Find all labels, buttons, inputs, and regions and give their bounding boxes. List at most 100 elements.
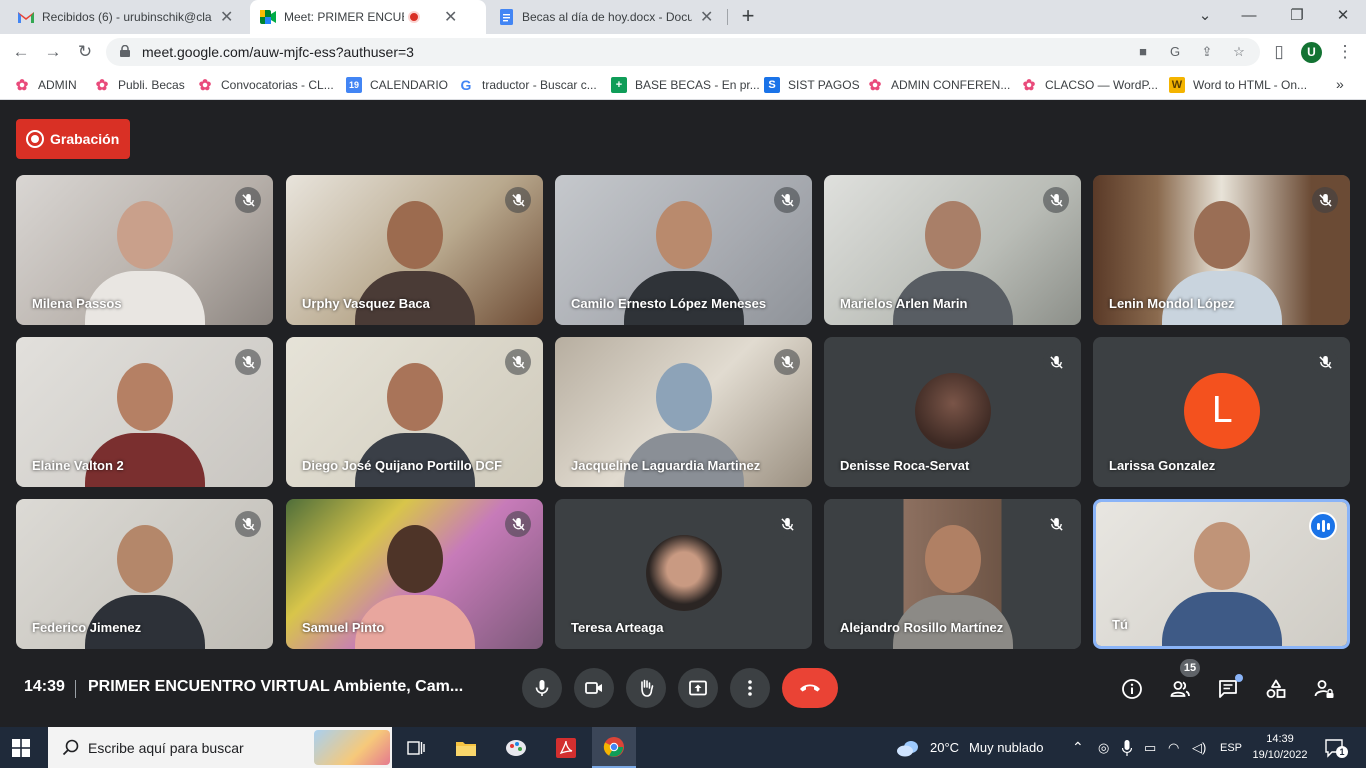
- participant-name: Larissa Gonzalez: [1109, 458, 1216, 473]
- participant-tile[interactable]: Lenin Mondol López: [1093, 175, 1350, 325]
- url-text: meet.google.com/auw-mjfc-ess?authuser=3: [142, 44, 414, 60]
- more-options-button[interactable]: [730, 668, 770, 708]
- close-tab-icon[interactable]: ✕: [220, 7, 233, 27]
- activities-icon: [1266, 679, 1286, 698]
- camera-icon: [585, 682, 602, 694]
- paint-app-icon[interactable]: [494, 727, 538, 768]
- chrome-taskbar-icon[interactable]: [592, 727, 636, 768]
- taskbar-search-box[interactable]: Escribe aquí para buscar: [48, 727, 392, 768]
- mic-off-icon: [1043, 511, 1069, 537]
- bookmark-item[interactable]: ✿ CLACSO — WordP...: [1021, 77, 1158, 94]
- battery-icon[interactable]: ▭: [1144, 727, 1156, 768]
- notifications-icon[interactable]: 1: [1324, 737, 1348, 759]
- mic-off-icon: [235, 349, 261, 375]
- tab-title: Meet: PRIMER ENCUENTRO VIRTUAL: [284, 10, 404, 24]
- participant-tile[interactable]: Jacqueline Laguardia Martinez: [555, 337, 812, 487]
- participant-name: Lenin Mondol López: [1109, 296, 1235, 311]
- bookmark-item[interactable]: Gtraductor - Buscar c...: [458, 77, 597, 93]
- people-button[interactable]: [1167, 676, 1193, 702]
- more-bookmarks-icon[interactable]: »: [1336, 76, 1344, 92]
- address-bar[interactable]: meet.google.com/auw-mjfc-ess?authuser=3 …: [106, 38, 1260, 66]
- meet-icon: [260, 9, 276, 25]
- meet-stage: Grabación Milena Passos Urphy Vasquez Ba…: [0, 101, 1366, 727]
- camera-in-use-icon[interactable]: ■: [1134, 43, 1152, 61]
- windows-start-icon[interactable]: [12, 739, 30, 757]
- language-indicator[interactable]: ESP: [1220, 727, 1242, 768]
- host-controls-button[interactable]: [1311, 676, 1337, 702]
- participant-tile[interactable]: Diego José Quijano Portillo DCF: [286, 337, 543, 487]
- hand-icon: [641, 679, 654, 697]
- reload-icon[interactable]: ↻: [74, 41, 96, 63]
- tab-docs[interactable]: Becas al día de hoy.docx - Documentos ✕: [488, 0, 728, 34]
- close-tab-icon[interactable]: ✕: [700, 7, 713, 27]
- bookmark-item[interactable]: ✿ Convocatorias - CL...: [197, 77, 334, 94]
- new-tab-button[interactable]: +: [737, 5, 759, 27]
- meeting-details-button[interactable]: [1119, 676, 1145, 702]
- participant-tile[interactable]: Denisse Roca-Servat: [824, 337, 1081, 487]
- bookmark-item[interactable]: ✿ Publi. Becas: [94, 77, 185, 94]
- self-tile[interactable]: Tú: [1093, 499, 1350, 649]
- meeting-title: PRIMER ENCUENTRO VIRTUAL Ambiente, Cam..…: [88, 678, 464, 695]
- participant-tile[interactable]: Alejandro Rosillo Martínez: [824, 499, 1081, 649]
- close-window-button[interactable]: ✕: [1328, 4, 1358, 28]
- microphone-button[interactable]: [522, 668, 562, 708]
- bookmark-item[interactable]: 19 CALENDARIO: [346, 77, 448, 93]
- participant-tile[interactable]: Camilo Ernesto López Meneses: [555, 175, 812, 325]
- participant-name: Teresa Arteaga: [571, 620, 664, 635]
- recording-badge[interactable]: Grabación: [16, 119, 130, 159]
- leave-call-button[interactable]: [782, 668, 838, 708]
- task-view-icon[interactable]: [394, 727, 438, 768]
- device-icon[interactable]: ◎: [1098, 727, 1109, 768]
- weather-widget[interactable]: 20°C Muy nublado: [896, 727, 1044, 768]
- recording-dot-icon: [408, 11, 420, 23]
- present-screen-button[interactable]: [678, 668, 718, 708]
- bookmark-item[interactable]: S SIST PAGOS: [764, 77, 860, 93]
- translate-icon[interactable]: G: [1166, 43, 1184, 61]
- chat-unread-dot: [1235, 674, 1243, 682]
- participant-tile[interactable]: Federico Jimenez: [16, 499, 273, 649]
- bookmark-item[interactable]: + BASE BECAS - En pr...: [611, 77, 760, 93]
- minimize-button[interactable]: —: [1234, 4, 1264, 28]
- back-icon[interactable]: ←: [10, 41, 32, 63]
- bookmark-star-icon[interactable]: ☆: [1230, 43, 1248, 61]
- activities-button[interactable]: [1263, 676, 1289, 702]
- bookmark-label: SIST PAGOS: [788, 78, 860, 92]
- bookmark-item[interactable]: ✿ ADMIN CONFEREN...: [867, 77, 1011, 94]
- maximize-button[interactable]: ❐: [1282, 4, 1312, 28]
- side-panel-icon[interactable]: ▯: [1268, 41, 1290, 63]
- file-explorer-icon[interactable]: [444, 727, 488, 768]
- tab-meet[interactable]: Meet: PRIMER ENCUENTRO VIRTUAL ✕: [250, 0, 486, 34]
- camera-button[interactable]: [574, 668, 614, 708]
- participant-tile[interactable]: Elaine Valton 2: [16, 337, 273, 487]
- tab-gmail[interactable]: Recibidos (6) - urubinschik@clacso ✕: [8, 0, 248, 34]
- mic-off-icon: [774, 187, 800, 213]
- bookmark-item[interactable]: ✿ ADMIN: [14, 77, 77, 94]
- mic-off-icon: [505, 511, 531, 537]
- tab-search-icon[interactable]: ⌄: [1190, 4, 1220, 28]
- bookmark-item[interactable]: W Word to HTML - On...: [1169, 77, 1307, 93]
- participant-tile[interactable]: Milena Passos: [16, 175, 273, 325]
- forward-icon[interactable]: →: [42, 41, 64, 63]
- flower-icon: ✿: [1022, 77, 1036, 94]
- volume-icon[interactable]: ◁): [1192, 727, 1206, 768]
- video-feed: [1161, 506, 1282, 646]
- meeting-time: 14:39: [24, 678, 65, 695]
- participant-tile[interactable]: Marielos Arlen Marin: [824, 175, 1081, 325]
- menu-kebab-icon[interactable]: ⋮: [1334, 41, 1356, 63]
- flower-icon: ✿: [15, 77, 29, 94]
- acrobat-reader-icon[interactable]: [544, 727, 588, 768]
- participant-tile[interactable]: Urphy Vasquez Baca: [286, 175, 543, 325]
- close-tab-icon[interactable]: ✕: [444, 7, 457, 27]
- raise-hand-button[interactable]: [626, 668, 666, 708]
- participant-tile[interactable]: Teresa Arteaga: [555, 499, 812, 649]
- share-icon[interactable]: ⇪: [1198, 43, 1216, 61]
- taskbar-clock[interactable]: 14:39 19/10/2022: [1250, 731, 1310, 763]
- participant-tile[interactable]: L Larissa Gonzalez: [1093, 337, 1350, 487]
- show-hidden-icons-icon[interactable]: ⌃: [1072, 727, 1084, 768]
- mic-tray-icon[interactable]: [1122, 727, 1132, 768]
- wifi-icon[interactable]: ◠: [1168, 727, 1179, 768]
- participant-tile[interactable]: Samuel Pinto: [286, 499, 543, 649]
- tab-title: Becas al día de hoy.docx - Documentos: [522, 10, 692, 24]
- participant-count-badge: 15: [1180, 659, 1200, 677]
- profile-avatar[interactable]: U: [1301, 42, 1322, 63]
